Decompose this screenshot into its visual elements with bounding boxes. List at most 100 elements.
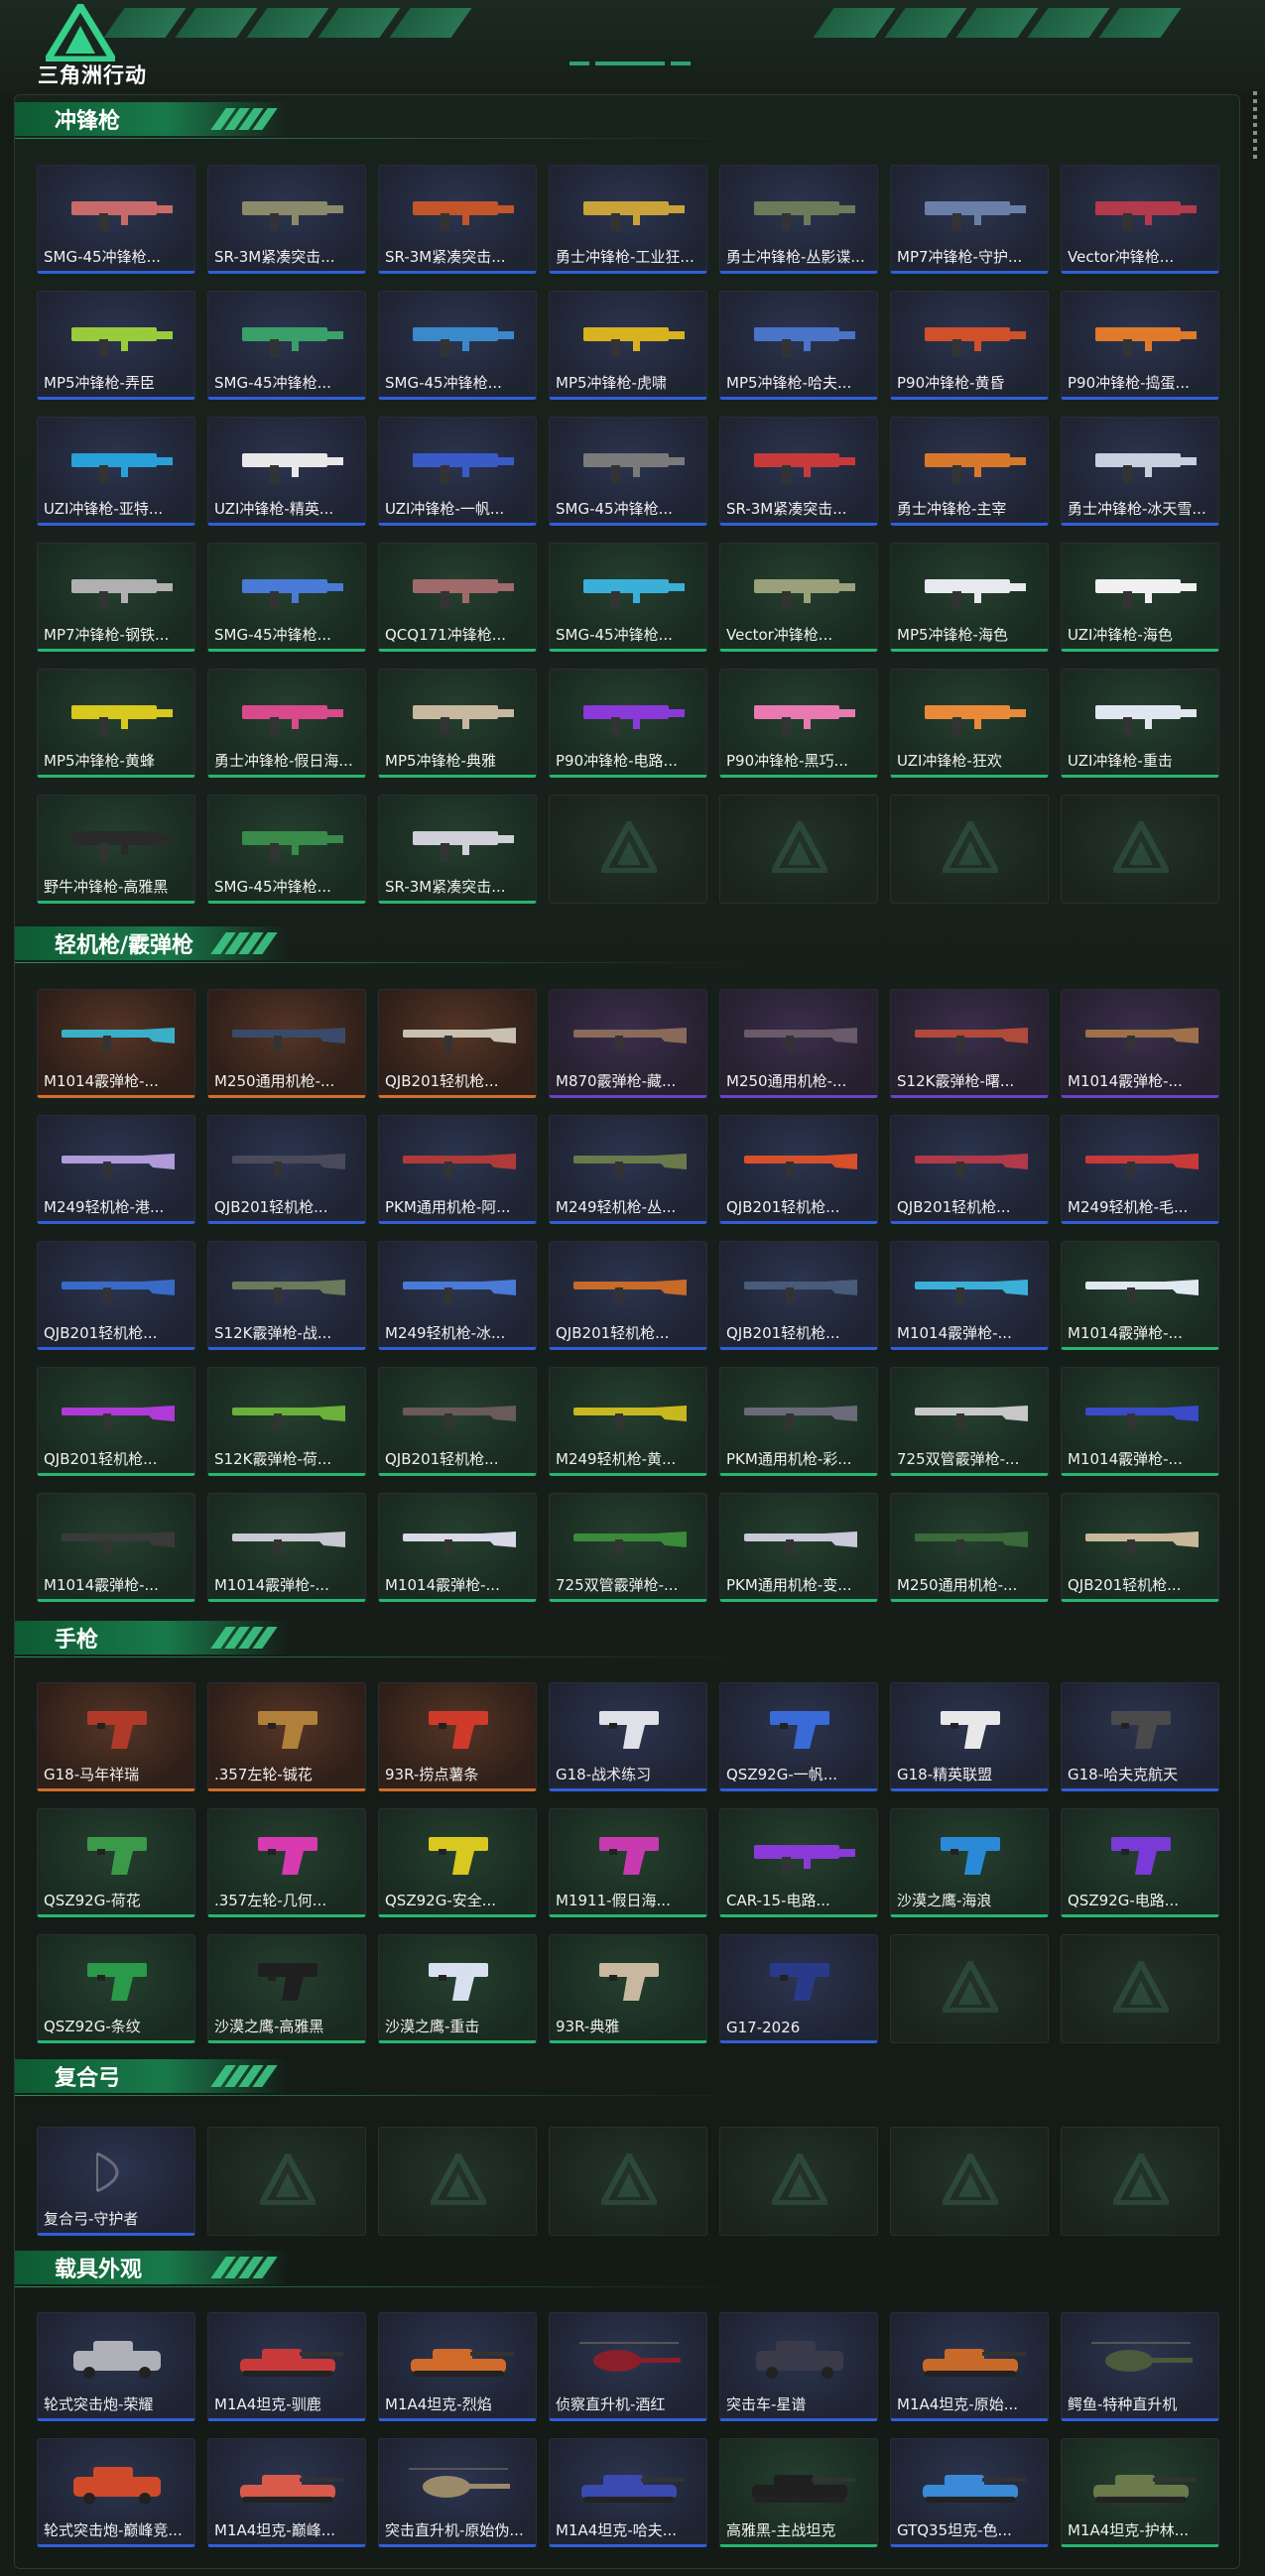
skin-card[interactable]: M250通用机枪-... [890,1493,1049,1602]
skin-card[interactable]: 725双管霰弹枪-... [890,1367,1049,1476]
skin-card[interactable]: GTQ35坦克-色... [890,2438,1049,2547]
scroll-indicator[interactable] [1253,91,1257,161]
skin-card[interactable]: 轮式突击炮-荣耀 [37,2312,195,2421]
skin-card[interactable]: 勇士冲锋枪-工业狂... [549,165,707,274]
skin-card[interactable]: .357左轮-几何... [207,1808,366,1917]
skin-card[interactable]: M1014霰弹枪-... [1061,989,1219,1098]
skin-card[interactable]: M250通用机枪-... [719,989,878,1098]
skin-card[interactable]: M1A4坦克-驯鹿 [207,2312,366,2421]
skin-card[interactable]: .357左轮-铖花 [207,1682,366,1791]
skin-card[interactable]: 沙漠之鹰-重击 [378,1934,537,2043]
skin-card[interactable]: QSZ92G-电路... [1061,1808,1219,1917]
skin-card[interactable]: 高雅黑-主战坦克 [719,2438,878,2547]
skin-card[interactable]: MP5冲锋枪-弄臣 [37,291,195,400]
skin-card[interactable]: 沙漠之鹰-高雅黑 [207,1934,366,2043]
skin-card[interactable]: UZI冲锋枪-重击 [1061,669,1219,778]
skin-card[interactable]: S12K霰弹枪-荷... [207,1367,366,1476]
skin-card[interactable]: M1014霰弹枪-... [37,1493,195,1602]
skin-card[interactable]: MP7冲锋枪-守护... [890,165,1049,274]
skin-card[interactable]: UZI冲锋枪-狂欢 [890,669,1049,778]
skin-card[interactable]: S12K霰弹枪-曙... [890,989,1049,1098]
skin-card[interactable]: 复合弓-守护者 [37,2127,195,2236]
skin-card[interactable]: M249轻机枪-港... [37,1115,195,1224]
skin-card[interactable]: QJB201轻机枪... [37,1367,195,1476]
skin-card[interactable]: QJB201轻机枪... [378,989,537,1098]
skin-card[interactable]: 725双管霰弹枪-... [549,1493,707,1602]
skin-card[interactable]: SMG-45冲锋枪... [549,417,707,526]
skin-card[interactable]: P90冲锋枪-电路... [549,669,707,778]
skin-card[interactable]: M1911-假日海... [549,1808,707,1917]
skin-card[interactable]: M1014霰弹枪-... [37,989,195,1098]
skin-card[interactable]: QJB201轻机枪... [207,1115,366,1224]
skin-card[interactable]: MP5冲锋枪-虎啸 [549,291,707,400]
skin-card[interactable]: M1014霰弹枪-... [378,1493,537,1602]
skin-card[interactable]: QJB201轻机枪... [719,1115,878,1224]
skin-card[interactable]: MP5冲锋枪-哈夫... [719,291,878,400]
skin-card[interactable]: 勇士冲锋枪-假日海... [207,669,366,778]
skin-card[interactable]: QJB201轻机枪... [549,1241,707,1350]
skin-card[interactable]: MP5冲锋枪-海色 [890,543,1049,652]
skin-card[interactable]: 突击车-星谱 [719,2312,878,2421]
skin-card[interactable]: 侦察直升机-酒红 [549,2312,707,2421]
skin-card[interactable]: M1014霰弹枪-... [890,1241,1049,1350]
skin-card[interactable]: 野牛冲锋枪-高雅黑 [37,795,195,904]
skin-card[interactable]: Vector冲锋枪... [1061,165,1219,274]
skin-card[interactable]: P90冲锋枪-黄昏 [890,291,1049,400]
skin-card[interactable]: 93R-捞点薯条 [378,1682,537,1791]
skin-card[interactable]: SMG-45冲锋枪... [37,165,195,274]
skin-card[interactable]: S12K霰弹枪-战... [207,1241,366,1350]
skin-card[interactable]: M249轻机枪-毛... [1061,1115,1219,1224]
skin-card[interactable]: P90冲锋枪-黑巧... [719,669,878,778]
skin-card[interactable]: SR-3M紧凑突击... [378,165,537,274]
skin-card[interactable]: G18-马年祥瑞 [37,1682,195,1791]
skin-card[interactable]: QJB201轻机枪... [719,1241,878,1350]
skin-card[interactable]: G18-精英联盟 [890,1682,1049,1791]
skin-card[interactable]: PKM通用机枪-变... [719,1493,878,1602]
skin-card[interactable]: UZI冲锋枪-海色 [1061,543,1219,652]
skin-card[interactable]: M249轻机枪-冰... [378,1241,537,1350]
skin-card[interactable]: G18-战术练习 [549,1682,707,1791]
skin-card[interactable]: QSZ92G-条纹 [37,1934,195,2043]
skin-card[interactable]: M1014霰弹枪-... [1061,1241,1219,1350]
skin-card[interactable]: MP7冲锋枪-钢铁... [37,543,195,652]
skin-card[interactable]: CAR-15-电路... [719,1808,878,1917]
skin-card[interactable]: SMG-45冲锋枪... [378,291,537,400]
skin-card[interactable]: 勇士冲锋枪-丛影谍... [719,165,878,274]
skin-card[interactable]: M1A4坦克-哈夫... [549,2438,707,2547]
skin-card[interactable]: UZI冲锋枪-亚特... [37,417,195,526]
skin-card[interactable]: G17-2026 [719,1934,878,2043]
skin-card[interactable]: MP5冲锋枪-典雅 [378,669,537,778]
skin-card[interactable]: 突击直升机-原始伪... [378,2438,537,2547]
skin-card[interactable]: M1A4坦克-护林... [1061,2438,1219,2547]
skin-card[interactable]: QSZ92G-安全... [378,1808,537,1917]
skin-card[interactable]: G18-哈夫克航天 [1061,1682,1219,1791]
skin-card[interactable]: QJB201轻机枪... [37,1241,195,1350]
skin-card[interactable]: QJB201轻机枪... [378,1367,537,1476]
skin-card[interactable]: M1A4坦克-原始... [890,2312,1049,2421]
skin-card[interactable]: SMG-45冲锋枪... [549,543,707,652]
skin-card[interactable]: Vector冲锋枪... [719,543,878,652]
skin-card[interactable]: M1014霰弹枪-... [1061,1367,1219,1476]
skin-card[interactable]: UZI冲锋枪-一帆... [378,417,537,526]
skin-card[interactable]: 勇士冲锋枪-主宰 [890,417,1049,526]
skin-card[interactable]: SMG-45冲锋枪... [207,543,366,652]
skin-card[interactable]: SR-3M紧凑突击... [378,795,537,904]
skin-card[interactable]: QCQ171冲锋枪... [378,543,537,652]
skin-card[interactable]: M250通用机枪-... [207,989,366,1098]
skin-card[interactable]: M1A4坦克-巅峰... [207,2438,366,2547]
skin-card[interactable]: M870霰弹枪-藏... [549,989,707,1098]
skin-card[interactable]: 沙漠之鹰-海浪 [890,1808,1049,1917]
skin-card[interactable]: M249轻机枪-黄... [549,1367,707,1476]
skin-card[interactable]: 轮式突击炮-巅峰竞... [37,2438,195,2547]
skin-card[interactable]: M249轻机枪-丛... [549,1115,707,1224]
skin-card[interactable]: QSZ92G-荷花 [37,1808,195,1917]
skin-card[interactable]: M1A4坦克-烈焰 [378,2312,537,2421]
skin-card[interactable]: QJB201轻机枪... [1061,1493,1219,1602]
skin-card[interactable]: QJB201轻机枪... [890,1115,1049,1224]
skin-card[interactable]: SMG-45冲锋枪... [207,291,366,400]
skin-card[interactable]: P90冲锋枪-捣蛋... [1061,291,1219,400]
skin-card[interactable]: UZI冲锋枪-精英... [207,417,366,526]
skin-card[interactable]: PKM通用机枪-彩... [719,1367,878,1476]
skin-card[interactable]: 鳄鱼-特种直升机 [1061,2312,1219,2421]
skin-card[interactable]: PKM通用机枪-阿... [378,1115,537,1224]
